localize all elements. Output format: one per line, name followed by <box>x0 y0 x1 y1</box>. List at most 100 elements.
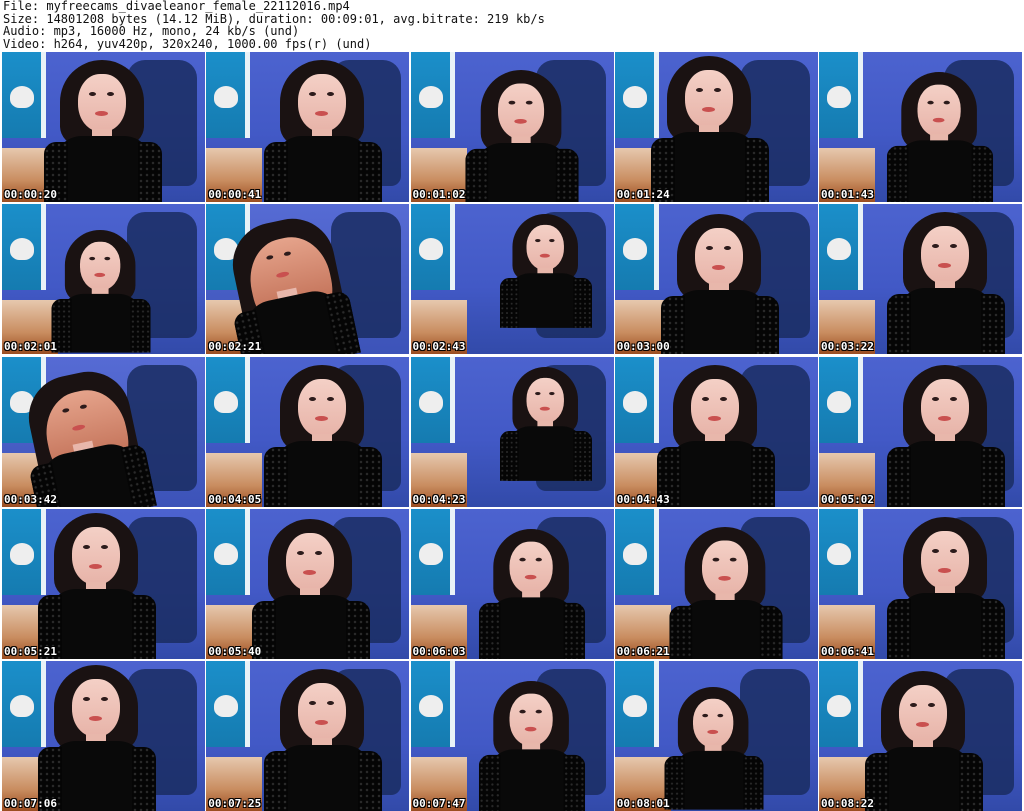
video-contact-sheet: File: myfreecams_divaeleanor_female_2211… <box>0 0 1024 811</box>
thumbnail-frame-14: 00:04:43 <box>614 356 818 507</box>
thumbnail-frame-4: 00:01:24 <box>614 52 818 202</box>
person-figure <box>499 214 592 329</box>
left-lace-sleeve <box>38 594 62 659</box>
thumbnail-frame-6: 00:02:01 <box>2 204 205 355</box>
thumbnail-frame-9: 00:03:00 <box>614 204 818 355</box>
shelf-graphic <box>614 204 659 291</box>
right-lace-sleeve <box>981 598 1005 659</box>
face-shape <box>690 378 739 437</box>
bed-graphic <box>410 148 467 202</box>
face-shape <box>701 540 748 596</box>
right-eye <box>315 550 323 555</box>
face-shape <box>917 84 961 137</box>
person-figure <box>478 528 585 659</box>
left-lace-sleeve <box>499 278 519 329</box>
shelf-graphic <box>410 52 455 138</box>
person-figure <box>669 526 783 659</box>
dress-shape <box>474 142 569 202</box>
left-lace-sleeve <box>38 747 62 811</box>
shelf-graphic <box>614 661 659 747</box>
person-figure <box>887 212 1005 355</box>
person-figure <box>464 70 579 202</box>
right-eye <box>719 396 727 401</box>
right-lace-sleeve <box>563 602 585 659</box>
right-lace-sleeve <box>744 138 769 202</box>
thumbnail-frame-13: 00:04:23 <box>410 356 614 507</box>
left-lace-sleeve <box>499 430 519 481</box>
left-lace-sleeve <box>252 600 277 659</box>
right-eye <box>535 709 542 714</box>
face-shape <box>298 683 347 741</box>
lips-shape <box>89 563 102 569</box>
thumbnail-frame-22: 00:07:25 <box>206 661 410 811</box>
bed-graphic <box>2 300 58 355</box>
person-figure <box>886 72 994 202</box>
thumbnail-frame-1: 00:00:20 <box>2 52 205 202</box>
right-lace-sleeve <box>959 753 983 811</box>
shelf-graphic <box>206 661 251 747</box>
right-eye <box>950 396 957 401</box>
thumbnail-frame-15: 00:05:02 <box>819 356 1022 507</box>
left-eye <box>932 548 939 553</box>
thumbnail-frame-17: 00:05:40 <box>206 508 410 659</box>
thumbnail-frame-12: 00:04:05 <box>206 356 410 507</box>
thumbnail-frame-11: 00:03:42 <box>2 356 205 507</box>
person-figure <box>865 671 983 811</box>
left-lace-sleeve <box>887 446 911 507</box>
face-shape <box>78 74 126 132</box>
right-lace-sleeve <box>759 605 783 659</box>
thumbnail-frame-20: 00:06:41 <box>819 508 1022 659</box>
face-shape <box>286 532 335 591</box>
left-lace-sleeve <box>478 754 500 811</box>
bed-graphic <box>410 757 467 811</box>
audio-info-line: Audio: mp3, 16000 Hz, mono, 24 kb/s (und… <box>3 24 300 39</box>
person-figure <box>264 364 383 507</box>
face-shape <box>921 226 969 285</box>
right-eye <box>713 88 721 92</box>
dress-shape <box>487 597 576 659</box>
thumbnail-frame-23: 00:07:47 <box>410 661 614 811</box>
left-lace-sleeve <box>664 755 685 810</box>
person-figure <box>887 516 1005 659</box>
right-eye <box>101 544 108 549</box>
right-eye <box>729 557 737 562</box>
lips-shape <box>303 569 317 575</box>
lips-shape <box>315 415 329 421</box>
face-shape <box>509 541 553 594</box>
right-lace-sleeve <box>572 278 592 329</box>
left-lace-sleeve <box>656 446 681 507</box>
face-shape <box>899 685 947 743</box>
thumbnail-grid: 00:00:20 00:00:41 00:01:02 00:01:24 00:0… <box>2 52 1022 811</box>
person-figure <box>478 681 585 811</box>
thumbnail-frame-25: 00:08:22 <box>819 661 1022 811</box>
person-figure <box>664 687 764 810</box>
left-eye <box>508 100 515 105</box>
right-lace-sleeve <box>743 755 764 810</box>
face-shape <box>694 228 743 287</box>
face-shape <box>497 83 544 140</box>
face-shape <box>80 242 121 291</box>
lips-shape <box>524 726 536 732</box>
lips-shape <box>701 107 715 112</box>
left-lace-sleeve <box>887 598 911 659</box>
person-figure <box>44 60 162 202</box>
left-lace-sleeve <box>464 148 488 202</box>
right-lace-sleeve <box>346 600 371 659</box>
shelf-graphic <box>819 52 863 138</box>
thumbnail-frame-10: 00:03:22 <box>819 204 1022 355</box>
bed-graphic <box>614 757 671 811</box>
left-lace-sleeve <box>660 296 685 355</box>
face-shape <box>692 698 734 748</box>
dress-shape <box>507 425 584 481</box>
person-figure <box>38 512 156 659</box>
thumbnail-frame-16: 00:05:21 <box>2 508 205 659</box>
right-eye <box>548 239 555 243</box>
lips-shape <box>89 716 102 721</box>
left-eye <box>910 703 917 707</box>
left-eye <box>83 544 90 549</box>
thumbnail-frame-18: 00:06:03 <box>410 508 614 659</box>
dress-shape <box>487 749 576 811</box>
left-lace-sleeve <box>887 294 911 355</box>
left-lace-sleeve <box>264 446 289 507</box>
left-lace-sleeve <box>865 753 889 811</box>
